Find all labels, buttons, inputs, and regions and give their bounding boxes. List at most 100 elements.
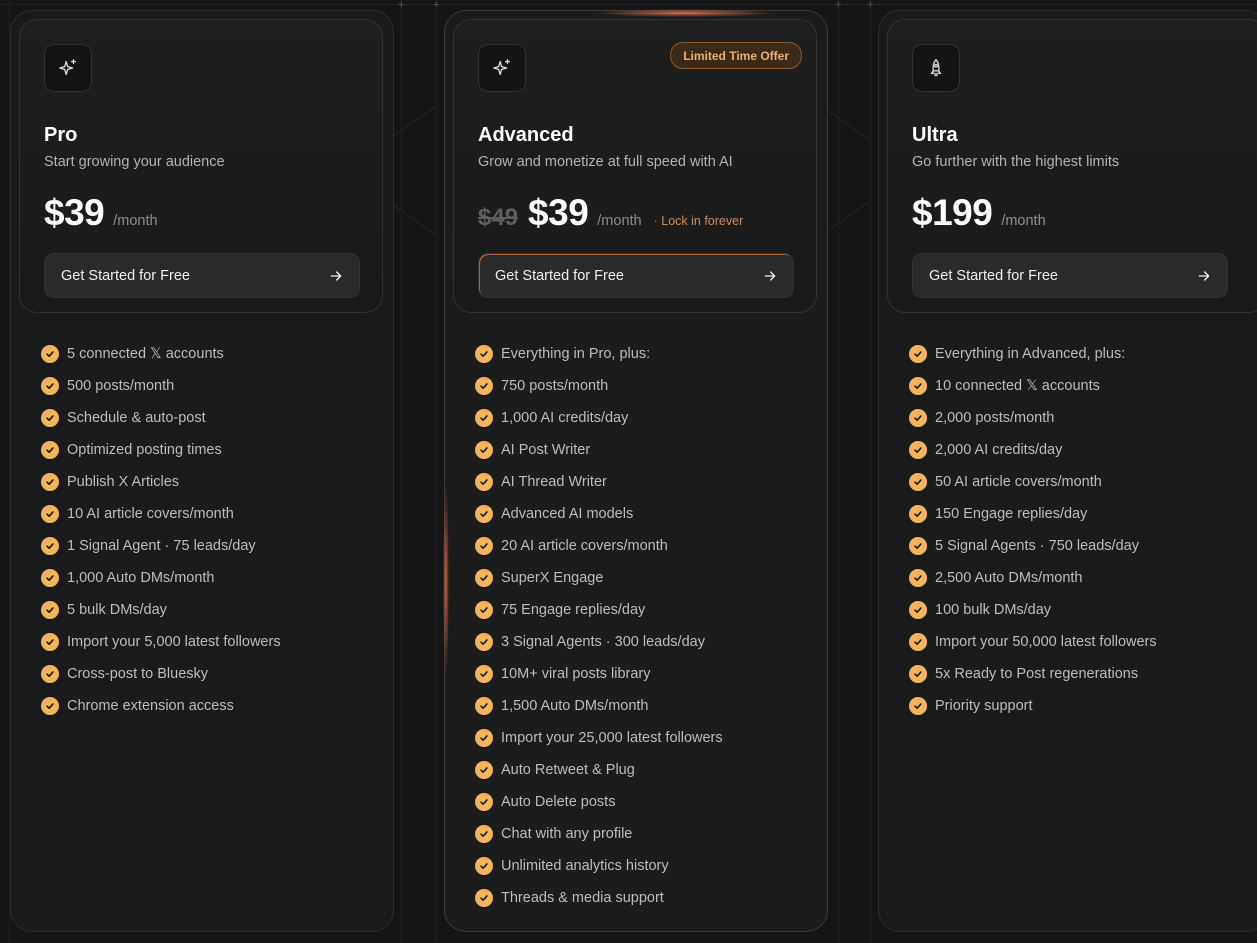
feature-text: 1,500 Auto DMs/month	[501, 698, 649, 714]
decorative-line	[827, 110, 871, 141]
check-icon	[909, 377, 927, 395]
check-icon	[475, 473, 493, 491]
check-icon	[41, 633, 59, 651]
decorative-line	[828, 200, 872, 231]
check-icon	[475, 825, 493, 843]
check-icon	[475, 441, 493, 459]
feature-item: 100 bulk DMs/day	[909, 594, 1157, 626]
billing-period: /month	[113, 213, 158, 229]
feature-text: Publish X Articles	[67, 474, 180, 490]
grid-line	[0, 4, 1257, 5]
check-icon	[909, 633, 927, 651]
get-started-button[interactable]: Get Started for Free	[44, 253, 360, 298]
feature-item: 10 AI article covers/month	[41, 498, 281, 530]
feature-item: Everything in Pro, plus:	[475, 338, 723, 370]
feature-item: Import your 25,000 latest followers	[475, 722, 723, 754]
plus-marker-icon: +	[433, 0, 440, 11]
feature-text: 150 Engage replies/day	[935, 506, 1088, 522]
check-icon	[909, 665, 927, 683]
check-icon	[475, 729, 493, 747]
plan-icon	[912, 44, 960, 92]
feature-text: 5 bulk DMs/day	[67, 602, 167, 618]
plan-name: Advanced	[478, 124, 574, 146]
plus-marker-icon: +	[398, 0, 405, 11]
feature-item: Import your 5,000 latest followers	[41, 626, 281, 658]
feature-item: 1,000 AI credits/day	[475, 402, 723, 434]
feature-text: Advanced AI models	[501, 506, 634, 522]
check-icon	[475, 633, 493, 651]
feature-item: 750 posts/month	[475, 370, 723, 402]
get-started-button[interactable]: Get Started for Free	[478, 253, 794, 298]
feature-text: 1 Signal Agent · 75 leads/day	[67, 538, 256, 554]
feature-item: 2,500 Auto DMs/month	[909, 562, 1157, 594]
check-icon	[475, 505, 493, 523]
price-row: $199 /month	[912, 192, 1046, 234]
feature-list: Everything in Advanced, plus: 10 connecte…	[909, 338, 1157, 722]
check-icon	[41, 505, 59, 523]
feature-text: 75 Engage replies/day	[501, 602, 646, 618]
feature-text: 750 posts/month	[501, 378, 609, 394]
feature-text: 100 bulk DMs/day	[935, 602, 1052, 618]
feature-text: Everything in Pro, plus:	[501, 346, 651, 362]
feature-item: Optimized posting times	[41, 434, 281, 466]
feature-item: 20 AI article covers/month	[475, 530, 723, 562]
check-icon	[475, 537, 493, 555]
check-icon	[475, 665, 493, 683]
feature-text: 5 connected 𝕏 accounts	[67, 346, 224, 362]
check-icon	[909, 409, 927, 427]
plan-header: Limited Time Offer Advanced Grow and mon…	[453, 19, 817, 313]
feature-text: 2,000 AI credits/day	[935, 442, 1063, 458]
price-row: $49 $39 /month · Lock in forever	[478, 192, 743, 234]
feature-item: 50 AI article covers/month	[909, 466, 1157, 498]
plan-description: Start growing your audience	[44, 154, 225, 170]
rocket-icon	[930, 59, 942, 77]
feature-text: 10M+ viral posts library	[501, 666, 651, 682]
feature-text: Unlimited analytics history	[501, 858, 669, 874]
billing-period: /month	[1001, 213, 1046, 229]
check-icon	[475, 761, 493, 779]
feature-text: 10 connected 𝕏 accounts	[935, 378, 1100, 394]
feature-text: Priority support	[935, 698, 1033, 714]
feature-text: SuperX Engage	[501, 570, 604, 586]
get-started-button[interactable]: Get Started for Free	[912, 253, 1228, 298]
plan-card-pro: Pro Start growing your audience $39 /mon…	[10, 10, 394, 932]
check-icon	[41, 441, 59, 459]
feature-item: Priority support	[909, 690, 1157, 722]
feature-item: 1 Signal Agent · 75 leads/day	[41, 530, 281, 562]
price: $39	[44, 192, 105, 233]
check-icon	[41, 537, 59, 555]
check-icon	[475, 857, 493, 875]
check-icon	[41, 601, 59, 619]
card-glow	[443, 481, 449, 681]
feature-text: 50 AI article covers/month	[935, 474, 1102, 490]
feature-item: 10 connected 𝕏 accounts	[909, 370, 1157, 402]
feature-text: 2,500 Auto DMs/month	[935, 570, 1083, 586]
check-icon	[475, 345, 493, 363]
sparkle-icon	[59, 59, 77, 76]
feature-item: 75 Engage replies/day	[475, 594, 723, 626]
feature-item: 5 connected 𝕏 accounts	[41, 338, 281, 370]
feature-item: Cross-post to Bluesky	[41, 658, 281, 690]
feature-item: AI Thread Writer	[475, 466, 723, 498]
feature-list: Everything in Pro, plus: 750 posts/month 1…	[475, 338, 723, 914]
cta-label: Get Started for Free	[929, 267, 1058, 284]
feature-text: Auto Retweet & Plug	[501, 762, 635, 778]
check-icon	[475, 889, 493, 907]
feature-item: Schedule & auto-post	[41, 402, 281, 434]
plan-name: Pro	[44, 124, 78, 146]
feature-text: Import your 25,000 latest followers	[501, 730, 723, 746]
feature-item: 5x Ready to Post regenerations	[909, 658, 1157, 690]
plus-marker-icon: +	[835, 0, 842, 11]
check-icon	[475, 569, 493, 587]
check-icon	[909, 601, 927, 619]
feature-text: Everything in Advanced, plus:	[935, 346, 1126, 362]
check-icon	[41, 377, 59, 395]
billing-period: /month	[597, 213, 642, 229]
lock-in-note: · Lock in forever	[653, 214, 744, 228]
plan-description: Grow and monetize at full speed with AI	[478, 154, 733, 170]
plan-icon	[478, 44, 526, 92]
plan-card-advanced: Limited Time Offer Advanced Grow and mon…	[443, 9, 828, 932]
feature-text: Threads & media support	[501, 890, 664, 906]
check-icon	[41, 697, 59, 715]
feature-text: Schedule & auto-post	[67, 410, 206, 426]
